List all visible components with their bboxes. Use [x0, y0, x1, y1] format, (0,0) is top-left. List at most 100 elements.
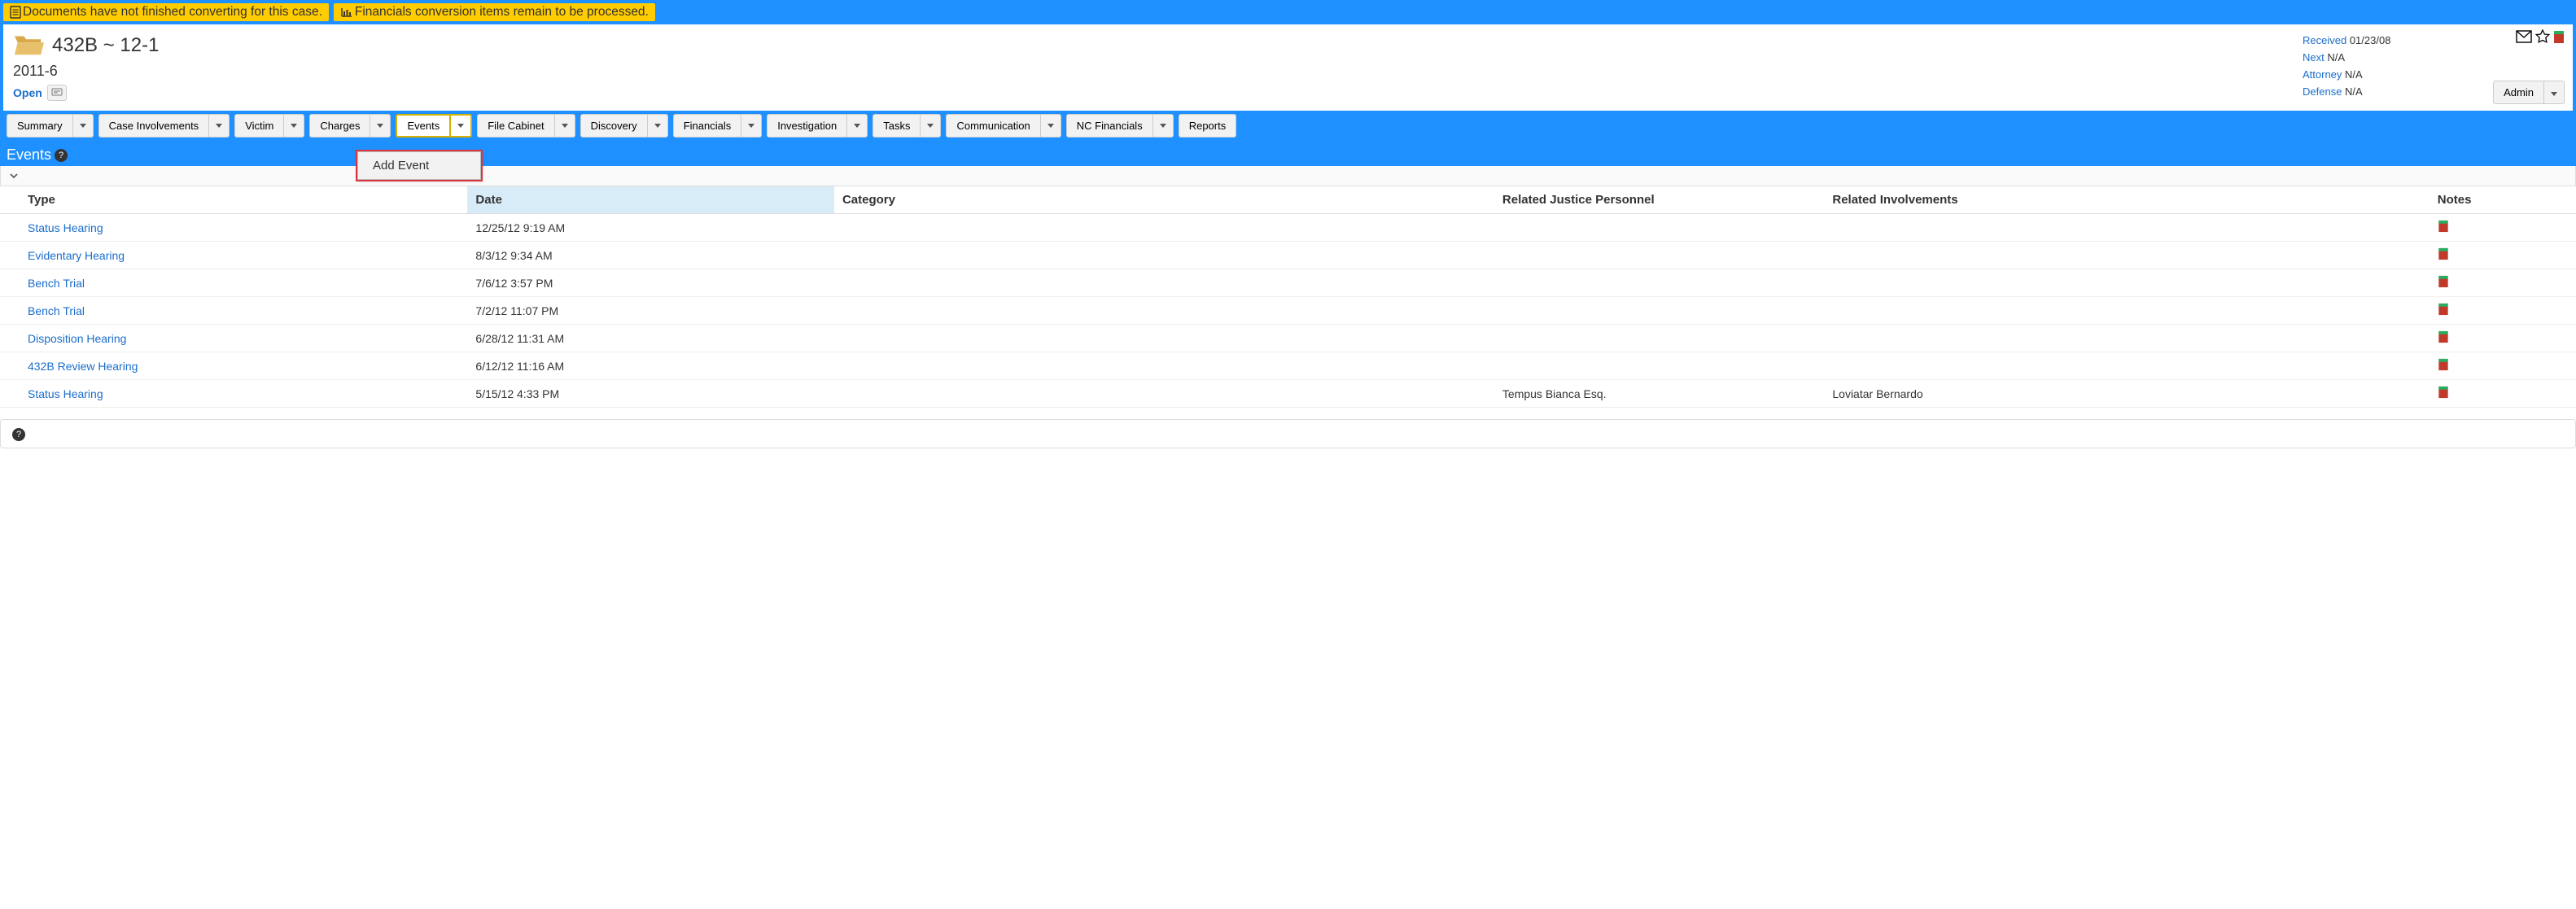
tab-dropdown-caret[interactable]	[73, 114, 94, 138]
tab-button[interactable]: Charges	[309, 114, 370, 138]
tab-button[interactable]: Discovery	[580, 114, 648, 138]
tab-button[interactable]: File Cabinet	[477, 114, 554, 138]
cell-category	[834, 352, 1494, 380]
tab-dropdown-caret[interactable]	[555, 114, 575, 138]
table-row: Bench Trial7/6/12 3:57 PM	[0, 269, 2576, 297]
tab-dropdown-caret[interactable]	[741, 114, 762, 138]
note-icon[interactable]	[2438, 386, 2449, 401]
mail-icon[interactable]	[2516, 30, 2532, 46]
tab-events: Events	[396, 114, 472, 138]
col-header-related-involvements[interactable]: Related Involvements	[1824, 186, 2429, 214]
case-title-row: 432B ~ 12-1	[13, 31, 2303, 59]
tab-button[interactable]: Investigation	[767, 114, 847, 138]
tab-dropdown-caret[interactable]	[1041, 114, 1061, 138]
cell-related-justice	[1494, 214, 1824, 242]
help-icon[interactable]: ?	[12, 428, 25, 441]
tab-dropdown-caret[interactable]	[648, 114, 668, 138]
event-type-link[interactable]: Evidentary Hearing	[28, 249, 125, 262]
tab-dropdown-caret[interactable]	[1153, 114, 1174, 138]
note-icon[interactable]	[2438, 247, 2449, 263]
cell-related-involvements: Loviatar Bernardo	[1824, 380, 2429, 408]
tab-button[interactable]: NC Financials	[1066, 114, 1153, 138]
col-header-notes[interactable]: Notes	[2429, 186, 2576, 214]
cell-related-justice	[1494, 269, 1824, 297]
cell-type: Bench Trial	[0, 269, 467, 297]
meta-attorney-value: N/A	[2345, 68, 2363, 81]
tab-button[interactable]: Events	[396, 114, 451, 138]
meta-attorney: Attorney N/A	[2303, 68, 2563, 81]
chevron-down-icon	[562, 124, 568, 128]
tab-dropdown-caret[interactable]	[284, 114, 304, 138]
note-icon[interactable]	[2438, 275, 2449, 291]
col-header-date[interactable]: Date	[467, 186, 834, 214]
admin-dropdown-caret[interactable]	[2544, 81, 2565, 104]
tab-communication: Communication	[946, 114, 1061, 138]
event-type-link[interactable]: Disposition Hearing	[28, 332, 126, 345]
table-row: Disposition Hearing 6/28/12 11:31 AM	[0, 325, 2576, 352]
events-table: Type Date Category Related Justice Perso…	[0, 186, 2576, 408]
chevron-down-icon	[216, 124, 222, 128]
tab-button[interactable]: Case Involvements	[98, 114, 210, 138]
admin-button[interactable]: Admin	[2493, 81, 2544, 104]
cell-related-involvements	[1824, 325, 2429, 352]
meta-defense-label[interactable]: Defense	[2303, 85, 2342, 98]
meta-received-label[interactable]: Received	[2303, 34, 2346, 46]
case-status-link[interactable]: Open	[13, 86, 42, 99]
tab-button[interactable]: Victim	[234, 114, 284, 138]
app-frame: Documents have not finished converting f…	[0, 0, 2576, 144]
event-type-link[interactable]: Bench Trial	[28, 277, 85, 290]
table-body: Status Hearing12/25/12 9:19 AMEvidentary…	[0, 214, 2576, 408]
case-subtitle: 2011-6	[13, 63, 2303, 80]
meta-next-label[interactable]: Next	[2303, 51, 2325, 63]
tab-button[interactable]: Reports	[1179, 114, 1237, 138]
note-icon[interactable]	[2438, 358, 2449, 374]
tab-reports: Reports	[1179, 114, 1237, 138]
meta-attorney-label[interactable]: Attorney	[2303, 68, 2342, 81]
event-type-link[interactable]: Status Hearing	[28, 221, 103, 234]
tab-financials: Financials	[673, 114, 763, 138]
add-event-menu-item[interactable]: Add Event	[357, 151, 481, 180]
case-status-row: Open	[13, 85, 2303, 101]
event-type-link[interactable]: 432B Review Hearing	[28, 360, 138, 373]
star-icon[interactable]	[2535, 29, 2550, 46]
tab-dropdown-caret[interactable]	[370, 114, 391, 138]
table-row: Bench Trial7/2/12 11:07 PM	[0, 297, 2576, 325]
note-icon[interactable]	[2553, 30, 2565, 46]
event-type-link[interactable]: Bench Trial	[28, 304, 85, 317]
cell-date: 8/3/12 9:34 AM	[467, 242, 834, 269]
col-header-type[interactable]: Type	[0, 186, 467, 214]
tab-dropdown-caret[interactable]	[209, 114, 230, 138]
table-row: Status Hearing5/15/12 4:33 PMTempus Bian…	[0, 380, 2576, 408]
cell-related-justice	[1494, 352, 1824, 380]
tab-button[interactable]: Summary	[7, 114, 73, 138]
tab-victim: Victim	[234, 114, 304, 138]
chevron-down-icon	[748, 124, 754, 128]
col-header-category[interactable]: Category	[834, 186, 1494, 214]
table-row: Evidentary Hearing 8/3/12 9:34 AM	[0, 242, 2576, 269]
cell-notes	[2429, 380, 2576, 408]
chevron-down-icon	[80, 124, 86, 128]
cell-notes	[2429, 242, 2576, 269]
note-icon[interactable]	[2438, 330, 2449, 346]
tab-button[interactable]: Financials	[673, 114, 742, 138]
table-row: 432B Review Hearing6/12/12 11:16 AM	[0, 352, 2576, 380]
chevron-down-icon[interactable]	[9, 169, 19, 182]
chevron-down-icon	[854, 124, 860, 128]
tab-dropdown-caret[interactable]	[847, 114, 868, 138]
add-event-label: Add Event	[373, 159, 429, 173]
note-icon[interactable]	[2438, 220, 2449, 235]
cell-date: 12/25/12 9:19 AM	[467, 214, 834, 242]
event-type-link[interactable]: Status Hearing	[28, 387, 103, 400]
tab-button[interactable]: Communication	[946, 114, 1040, 138]
tab-dropdown-caret[interactable]	[921, 114, 941, 138]
cell-date: 6/28/12 11:31 AM	[467, 325, 834, 352]
note-icon[interactable]	[2438, 303, 2449, 318]
tab-dropdown-caret[interactable]	[451, 114, 472, 138]
help-icon[interactable]: ?	[55, 149, 68, 162]
col-header-related-justice[interactable]: Related Justice Personnel	[1494, 186, 1824, 214]
cell-related-involvements	[1824, 297, 2429, 325]
tab-tasks: Tasks	[873, 114, 941, 138]
case-status-edit-button[interactable]	[47, 85, 67, 101]
table-row: Status Hearing 12/25/12 9:19 AM	[0, 214, 2576, 242]
tab-button[interactable]: Tasks	[873, 114, 921, 138]
